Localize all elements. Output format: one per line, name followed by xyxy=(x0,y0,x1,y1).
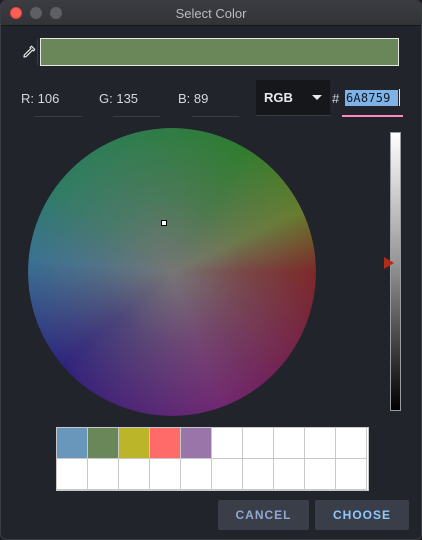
color-wheel-marker[interactable] xyxy=(161,220,167,226)
brightness-layer xyxy=(28,128,316,416)
cancel-button[interactable]: CANCEL xyxy=(218,500,309,530)
chevron-down-icon xyxy=(312,95,322,100)
red-channel-label[interactable]: R: 106 xyxy=(21,91,59,106)
eyedropper-icon xyxy=(23,45,36,58)
red-channel-underline xyxy=(35,116,82,117)
empty-swatch[interactable] xyxy=(305,428,336,459)
empty-swatch[interactable] xyxy=(336,428,367,459)
empty-swatch[interactable] xyxy=(212,459,243,490)
recent-colors-palette xyxy=(56,427,369,491)
choose-button[interactable]: CHOOSE xyxy=(315,500,409,530)
empty-swatch[interactable] xyxy=(150,459,181,490)
swatch-fill xyxy=(57,428,87,458)
text-caret xyxy=(399,89,400,106)
green-channel-label[interactable]: G: 135 xyxy=(99,91,138,106)
hex-input-underline xyxy=(342,115,403,117)
color-preview xyxy=(40,38,399,66)
recent-color-swatch[interactable] xyxy=(119,428,150,459)
blue-channel-label[interactable]: B: 89 xyxy=(178,91,208,106)
empty-swatch[interactable] xyxy=(243,428,274,459)
brightness-slider[interactable] xyxy=(390,132,401,411)
minimize-window-button[interactable] xyxy=(30,7,42,19)
dialog-title: Select Color xyxy=(175,5,247,21)
recent-color-swatch[interactable] xyxy=(150,428,181,459)
title-bar[interactable]: Select Color xyxy=(1,1,421,26)
recent-color-swatch[interactable] xyxy=(88,428,119,459)
empty-swatch[interactable] xyxy=(119,459,150,490)
color-mode-value: RGB xyxy=(264,90,293,105)
empty-swatch[interactable] xyxy=(274,459,305,490)
empty-swatch[interactable] xyxy=(336,459,367,490)
empty-swatch[interactable] xyxy=(243,459,274,490)
empty-swatch[interactable] xyxy=(57,459,88,490)
swatch-fill xyxy=(150,428,180,458)
empty-swatch[interactable] xyxy=(88,459,119,490)
color-picker-dialog: Select Color R: 106 G: 135 B: 89 RGB # 6… xyxy=(0,0,422,540)
hex-prefix: # xyxy=(332,91,340,106)
recent-color-swatch[interactable] xyxy=(57,428,88,459)
eyedropper-button[interactable] xyxy=(21,39,38,65)
color-wheel[interactable] xyxy=(28,128,316,416)
maximize-window-button[interactable] xyxy=(50,7,62,19)
swatch-fill xyxy=(88,428,118,458)
color-mode-dropdown[interactable]: RGB xyxy=(256,80,330,116)
brightness-slider-thumb[interactable] xyxy=(384,257,394,269)
recent-color-swatch[interactable] xyxy=(181,428,212,459)
empty-swatch[interactable] xyxy=(305,459,336,490)
green-channel-underline xyxy=(113,116,160,117)
empty-swatch[interactable] xyxy=(274,428,305,459)
empty-swatch[interactable] xyxy=(212,428,243,459)
close-window-button[interactable] xyxy=(10,7,22,19)
swatch-fill xyxy=(181,428,211,458)
swatch-fill xyxy=(119,428,149,458)
empty-swatch[interactable] xyxy=(181,459,212,490)
hex-input[interactable]: 6A8759 xyxy=(346,91,391,105)
blue-channel-underline xyxy=(192,116,239,117)
